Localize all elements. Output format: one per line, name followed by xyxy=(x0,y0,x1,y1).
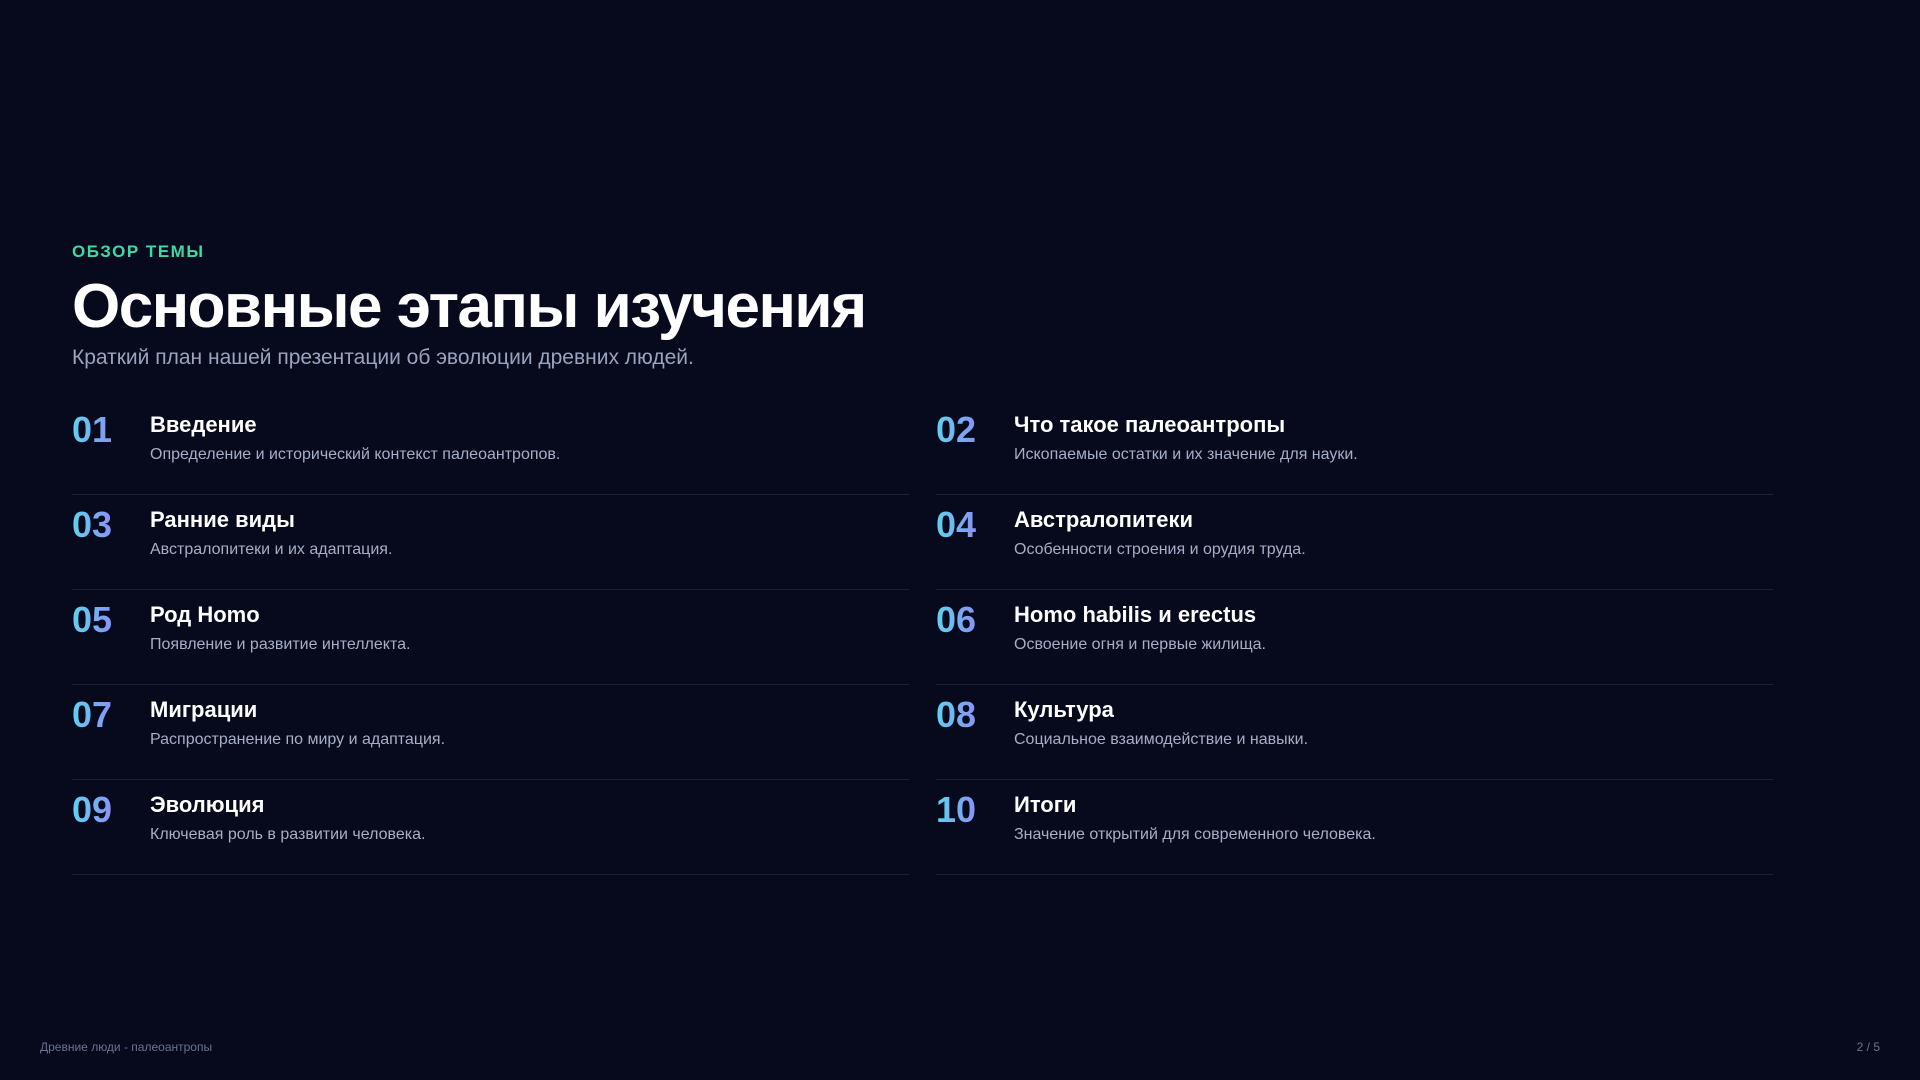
agenda-item-title: Эволюция xyxy=(150,792,265,817)
agenda-item-description: Австралопитеки и их адаптация. xyxy=(150,541,393,558)
page-title: Основные этапы изучения xyxy=(72,272,867,341)
agenda-item-description: Особенности строения и орудия труда. xyxy=(1014,541,1306,558)
agenda-item-title: Итоги xyxy=(1014,792,1077,817)
agenda-item-number: 10 xyxy=(936,789,977,830)
agenda-item: 02 Что такое палеоантропы Ископаемые ост… xyxy=(936,400,1773,495)
agenda-item-number: 06 xyxy=(936,599,977,640)
agenda-item: 10 Итоги Значение открытий для современн… xyxy=(936,780,1773,875)
agenda-item-title: Австралопитеки xyxy=(1014,507,1194,532)
section-eyebrow: ОБЗОР ТЕМЫ xyxy=(72,242,205,261)
agenda-item-title: Ранние виды xyxy=(150,507,295,532)
agenda-item-description: Появление и развитие интеллекта. xyxy=(150,636,411,653)
agenda-item-description: Ключевая роль в развитии человека. xyxy=(150,826,426,843)
footer-presentation-title: Древние люди - палеоантропы xyxy=(40,1040,213,1054)
agenda-item-title: Введение xyxy=(150,412,257,437)
agenda-item-number: 04 xyxy=(936,504,977,545)
agenda-item-number: 01 xyxy=(72,409,113,450)
agenda-item-description: Значение открытий для современного челов… xyxy=(1014,826,1376,843)
agenda-item: 05 Род Homo Появление и развитие интелле… xyxy=(72,590,909,685)
page-subtitle: Краткий план нашей презентации об эволюц… xyxy=(72,346,694,369)
agenda-item-description: Определение и исторический контекст пале… xyxy=(150,446,561,463)
agenda-item: 06 Homo habilis и erectus Освоение огня … xyxy=(936,590,1773,685)
agenda-item: 04 Австралопитеки Особенности строения и… xyxy=(936,495,1773,590)
agenda-item-number: 03 xyxy=(72,504,113,545)
agenda-item: 01 Введение Определение и исторический к… xyxy=(72,400,909,495)
agenda-item-description: Ископаемые остатки и их значение для нау… xyxy=(1014,446,1358,463)
agenda-item-description: Освоение огня и первые жилища. xyxy=(1014,636,1266,653)
agenda-item-number: 05 xyxy=(72,599,113,640)
agenda-item-title: Культура xyxy=(1014,697,1114,722)
agenda-item-title: Миграции xyxy=(150,697,258,722)
agenda-grid: 01 Введение Определение и исторический к… xyxy=(72,400,1773,875)
agenda-item: 09 Эволюция Ключевая роль в развитии чел… xyxy=(72,780,909,875)
agenda-item-number: 08 xyxy=(936,694,977,735)
agenda-item: 08 Культура Социальное взаимодействие и … xyxy=(936,685,1773,780)
agenda-item-title: Род Homo xyxy=(150,602,260,627)
agenda-item-description: Социальное взаимодействие и навыки. xyxy=(1014,731,1309,748)
agenda-item-title: Что такое палеоантропы xyxy=(1014,412,1286,437)
slide: ОБЗОР ТЕМЫ Основные этапы изучения Кратк… xyxy=(0,0,1920,1080)
agenda-item-number: 07 xyxy=(72,694,113,735)
agenda-item-number: 09 xyxy=(72,789,113,830)
footer-page-number: 2 / 5 xyxy=(1856,1040,1880,1054)
agenda-item-number: 02 xyxy=(936,409,977,450)
agenda-item-description: Распространение по миру и адаптация. xyxy=(150,731,446,748)
agenda-item: 07 Миграции Распространение по миру и ад… xyxy=(72,685,909,780)
agenda-item: 03 Ранние виды Австралопитеки и их адапт… xyxy=(72,495,909,590)
agenda-item-title: Homo habilis и erectus xyxy=(1014,602,1257,627)
